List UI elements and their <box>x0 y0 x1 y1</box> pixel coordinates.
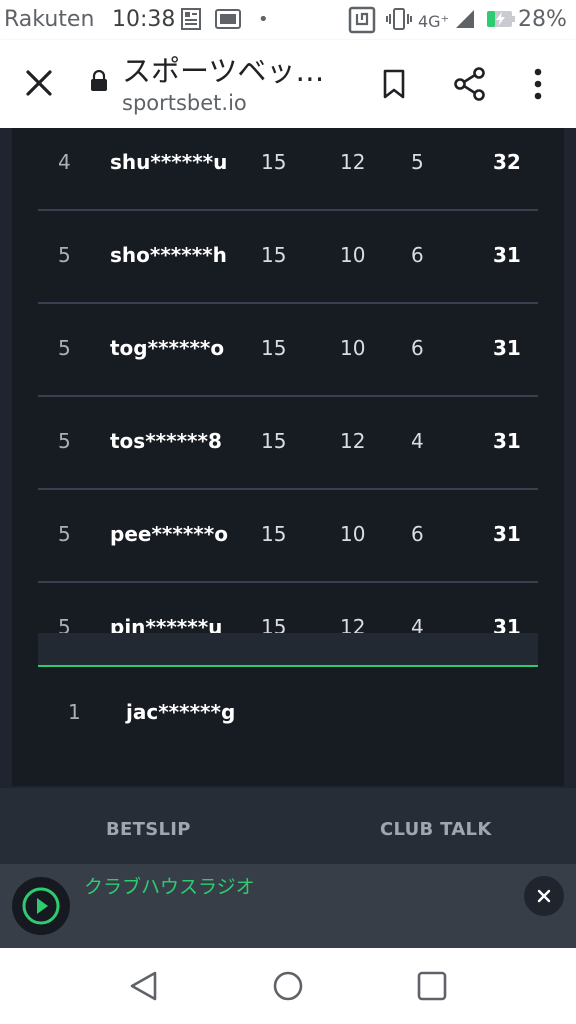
radio-player: クラブハウスラジオ <box>0 864 576 948</box>
current-user-header <box>38 633 538 666</box>
row-divider <box>38 302 538 304</box>
close-icon[interactable] <box>22 66 56 100</box>
leaderboard-table[interactable]: 4 shu******u 15 12 5 32 5 sho******h 15 … <box>12 128 564 633</box>
stat-cell: 15 <box>261 615 287 633</box>
stat-cell: 10 <box>340 336 366 360</box>
current-user-name: jac******g <box>126 700 236 724</box>
player-name-cell: pin******u <box>110 615 223 633</box>
tab-betslip[interactable]: BETSLIP <box>106 788 191 872</box>
vibrate-icon <box>386 8 412 30</box>
stat-cell: 15 <box>261 336 287 360</box>
photo-icon <box>215 9 241 29</box>
news-icon <box>181 8 201 30</box>
stat-cell: 15 <box>261 150 287 174</box>
stat-cell: 12 <box>340 429 366 453</box>
stat-cell: 5 <box>411 150 424 174</box>
stat-cell: 15 <box>261 522 287 546</box>
table-row: 5 pin******u 15 12 4 31 <box>12 593 564 633</box>
rank-cell: 5 <box>58 522 71 546</box>
table-row: 4 shu******u 15 12 5 32 <box>12 128 564 220</box>
status-bar: Rakuten 10:38 • 4G⁺ 28% <box>0 0 576 40</box>
notification-dot: • <box>258 9 269 30</box>
browser-toolbar: スポーツベッ… sportsbet.io <box>0 40 576 128</box>
table-row: 5 tos******8 15 12 4 31 <box>12 407 564 499</box>
rank-cell: 5 <box>58 615 71 633</box>
row-divider <box>38 395 538 397</box>
total-cell: 31 <box>493 615 521 633</box>
bottom-tabs: BETSLIP CLUB TALK <box>0 788 576 864</box>
total-cell: 31 <box>493 429 521 453</box>
play-icon[interactable] <box>12 877 70 935</box>
share-icon[interactable] <box>452 66 488 102</box>
system-nav-bar <box>0 948 576 1024</box>
stat-cell: 6 <box>411 522 424 546</box>
carrier-label: Rakuten <box>4 7 95 32</box>
player-name-cell: shu******u <box>110 150 228 174</box>
table-row: 5 tog******o 15 10 6 31 <box>12 314 564 406</box>
total-cell: 32 <box>493 150 521 174</box>
rank-cell: 5 <box>58 243 71 267</box>
rank-cell: 4 <box>58 150 71 174</box>
stat-cell: 6 <box>411 336 424 360</box>
back-icon[interactable] <box>126 968 162 1004</box>
bookmark-icon[interactable] <box>380 68 408 100</box>
table-row: 5 pee******o 15 10 6 31 <box>12 500 564 592</box>
stat-cell: 15 <box>261 429 287 453</box>
battery-charging-icon <box>487 11 515 27</box>
current-user-rank: 1 <box>68 700 81 724</box>
stat-cell: 6 <box>411 243 424 267</box>
lock-icon <box>91 70 107 91</box>
home-icon[interactable] <box>270 968 306 1004</box>
player-name-cell: tog******o <box>110 336 225 360</box>
stat-cell: 15 <box>261 243 287 267</box>
network-type: 4G⁺ <box>418 12 450 31</box>
player-name-cell: pee******o <box>110 522 228 546</box>
player-name-cell: sho******h <box>110 243 227 267</box>
total-cell: 31 <box>493 243 521 267</box>
current-user-row: 1 jac******g <box>12 668 564 758</box>
stat-cell: 10 <box>340 522 366 546</box>
row-divider <box>38 581 538 583</box>
stat-cell: 10 <box>340 243 366 267</box>
signal-icon <box>456 10 474 28</box>
row-divider <box>38 209 538 211</box>
rank-cell: 5 <box>58 336 71 360</box>
stat-cell: 4 <box>411 429 424 453</box>
stat-cell: 4 <box>411 615 424 633</box>
stat-cell: 12 <box>340 615 366 633</box>
radio-title: クラブハウスラジオ <box>84 876 255 898</box>
current-user-divider <box>38 665 538 667</box>
tab-club-talk[interactable]: CLUB TALK <box>380 788 492 872</box>
clock: 10:38 <box>112 7 176 32</box>
close-player-icon[interactable] <box>524 876 564 916</box>
total-cell: 31 <box>493 522 521 546</box>
rank-cell: 5 <box>58 429 71 453</box>
battery-percent: 28% <box>518 7 567 32</box>
stat-cell: 12 <box>340 150 366 174</box>
table-row: 5 sho******h 15 10 6 31 <box>12 221 564 313</box>
more-vert-icon[interactable] <box>528 66 548 102</box>
total-cell: 31 <box>493 336 521 360</box>
row-divider <box>38 488 538 490</box>
nfc-icon <box>348 6 376 34</box>
web-page: 4 shu******u 15 12 5 32 5 sho******h 15 … <box>0 128 576 948</box>
page-url[interactable]: sportsbet.io <box>122 90 247 116</box>
player-name-cell: tos******8 <box>110 429 222 453</box>
recent-apps-icon[interactable] <box>414 968 450 1004</box>
page-title: スポーツベッ… <box>122 54 325 88</box>
